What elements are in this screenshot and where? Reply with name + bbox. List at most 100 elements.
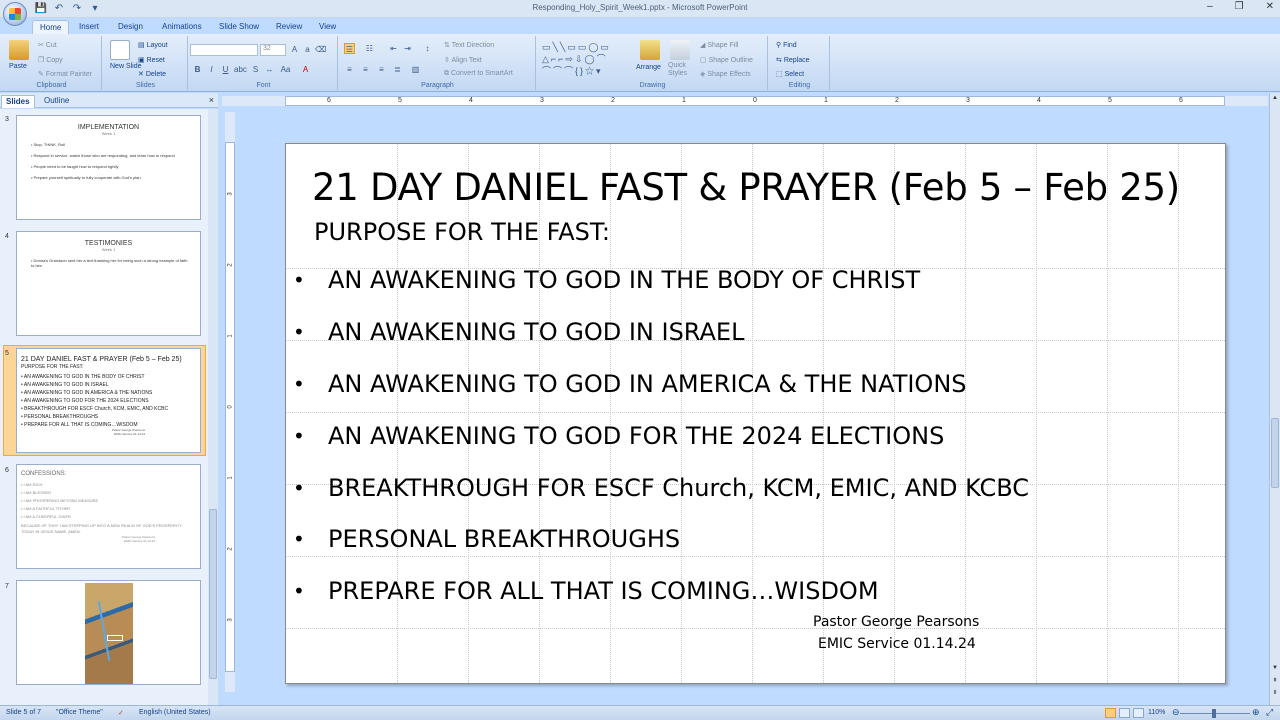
change-case-icon[interactable]: Aa xyxy=(280,64,291,75)
quick-styles-button[interactable]: Quick Styles xyxy=(668,62,690,78)
italic-icon[interactable]: I xyxy=(206,64,217,75)
slide-bullet[interactable]: AN AWAKENING TO GOD FOR THE 2024 ELECTIO… xyxy=(328,422,944,450)
normal-view-button[interactable] xyxy=(1105,708,1116,718)
arrange-button[interactable]: Arrange xyxy=(636,64,661,71)
cut-button[interactable]: ✂ Cut xyxy=(38,41,57,49)
slide-bullet[interactable]: PERSONAL BREAKTHROUGHS xyxy=(328,525,680,553)
tab-review[interactable]: Review xyxy=(269,20,309,34)
clear-format-icon[interactable]: ⌫ xyxy=(315,44,326,55)
next-slide-icon[interactable]: ⇟ xyxy=(1271,689,1279,696)
arrange-icon[interactable] xyxy=(640,40,660,60)
slide-thumbnail-6[interactable]: CONFESSIONS: I AM RICH I AM BLESSED I AM… xyxy=(16,464,201,569)
shrink-font-icon[interactable]: a xyxy=(302,44,313,55)
new-slide-button[interactable]: New Slide xyxy=(110,63,142,70)
slide-bullet[interactable]: AN AWAKENING TO GOD IN AMERICA & THE NAT… xyxy=(328,370,967,398)
increase-indent-icon[interactable]: ⇥ xyxy=(402,43,413,54)
close-button[interactable]: ✕ xyxy=(1266,1,1274,12)
align-right-icon[interactable]: ≡ xyxy=(376,64,387,75)
align-text-button[interactable]: ⇳ Align Text xyxy=(444,56,482,64)
office-button[interactable] xyxy=(3,2,27,26)
new-slide-icon[interactable] xyxy=(110,40,130,60)
slide-bullet[interactable]: BREAKTHROUGH FOR ESCF Church, KCM, EMIC,… xyxy=(328,474,1029,502)
convert-smartart-button[interactable]: ⧉ Convert to SmartArt xyxy=(444,70,513,78)
slide-bullet[interactable]: PREPARE FOR ALL THAT IS COMING…WISDOM xyxy=(328,577,879,605)
numbering-icon[interactable]: ☷ xyxy=(364,43,375,54)
vertical-ruler[interactable]: 3 2 1 0 1 2 3 xyxy=(225,142,235,672)
line-spacing-icon[interactable]: ↕ xyxy=(422,43,433,54)
minimize-button[interactable]: – xyxy=(1207,1,1213,12)
columns-icon[interactable]: ▥ xyxy=(410,64,421,75)
decrease-indent-icon[interactable]: ⇤ xyxy=(388,43,399,54)
spacing-icon[interactable]: ↔ xyxy=(264,64,275,75)
main-scroll-thumb[interactable] xyxy=(1271,418,1279,488)
bold-icon[interactable]: B xyxy=(192,64,203,75)
tab-insert[interactable]: Insert xyxy=(72,20,106,34)
horizontal-ruler[interactable]: 6 5 4 3 2 1 0 1 2 3 4 5 6 xyxy=(285,96,1225,106)
spelling-icon[interactable]: ✓ xyxy=(118,709,124,717)
tab-view[interactable]: View xyxy=(312,20,343,34)
shadow-icon[interactable]: S xyxy=(250,64,261,75)
tab-design[interactable]: Design xyxy=(111,20,150,34)
paste-button[interactable]: Paste xyxy=(9,63,27,70)
bullets-icon[interactable]: ☰ xyxy=(344,43,355,54)
quick-styles-icon[interactable] xyxy=(670,40,690,60)
justify-icon[interactable]: ≣ xyxy=(392,64,403,75)
format-painter-button[interactable]: ✎ Format Painter xyxy=(38,70,92,78)
maximize-button[interactable]: ❐ xyxy=(1235,1,1244,12)
zoom-level[interactable]: 110% xyxy=(1148,709,1165,716)
select-button[interactable]: ⬚ Select xyxy=(776,70,804,78)
reset-button[interactable]: ▣ Reset xyxy=(138,56,165,64)
shape-outline-button[interactable]: ▢ Shape Outline xyxy=(700,56,753,64)
main-scrollbar[interactable]: ▲ ▼ ⇞ ⇟ xyxy=(1269,93,1280,705)
ruler-label: 1 xyxy=(227,476,234,480)
slide-title[interactable]: 21 DAY DANIEL FAST & PRAYER (Feb 5 – Feb… xyxy=(312,166,1180,209)
zoom-slider-knob[interactable] xyxy=(1212,709,1216,718)
slide-thumbnail-3[interactable]: IMPLEMENTATION Week 1 Stop, THINK, Roll … xyxy=(16,115,201,220)
font-color-icon[interactable]: A xyxy=(300,64,311,75)
slide-bullet[interactable]: AN AWAKENING TO GOD IN ISRAEL xyxy=(328,318,744,346)
align-left-icon[interactable]: ≡ xyxy=(344,64,355,75)
pane-scrollbar[interactable] xyxy=(208,109,218,705)
signature-date[interactable]: EMIC Service 01.14.24 xyxy=(818,636,976,652)
slide-thumbnail-7[interactable] xyxy=(16,580,201,685)
slide-subtitle[interactable]: PURPOSE FOR THE FAST: xyxy=(314,218,610,246)
pane-close-icon[interactable]: × xyxy=(209,95,214,105)
language-indicator[interactable]: English (United States) xyxy=(139,709,211,716)
clipboard-label: Clipboard xyxy=(36,82,67,89)
font-size-select[interactable]: 32 xyxy=(260,44,286,56)
find-button[interactable]: ⚲ Find xyxy=(776,41,797,49)
font-name-select[interactable] xyxy=(190,44,258,56)
zoom-in-icon[interactable]: ⊕ xyxy=(1252,707,1260,718)
slide-bullet[interactable]: AN AWAKENING TO GOD IN THE BODY OF CHRIS… xyxy=(328,266,920,294)
delete-button[interactable]: ✕ Delete xyxy=(138,70,166,78)
slide-thumbnail-4[interactable]: TESTIMONIES Week 1 Donna's Grandson sent… xyxy=(16,231,201,336)
slideshow-button[interactable] xyxy=(1133,708,1144,718)
slide-sorter-button[interactable] xyxy=(1119,708,1130,718)
align-center-icon[interactable]: ≡ xyxy=(360,64,371,75)
fit-window-icon[interactable]: ⤢ xyxy=(1266,707,1273,718)
pane-scroll-thumb[interactable] xyxy=(209,509,217,679)
tab-slides[interactable]: Slides xyxy=(1,95,35,108)
slide-canvas[interactable]: 21 DAY DANIEL FAST & PRAYER (Feb 5 – Feb… xyxy=(285,143,1226,684)
signature-name[interactable]: Pastor George Pearsons xyxy=(813,614,979,630)
zoom-out-icon[interactable]: ⊖ xyxy=(1172,707,1180,718)
text-direction-button[interactable]: ⇅ Text Direction xyxy=(444,41,494,49)
shapes-gallery[interactable]: ▭╲╲▭▭◯▭ △⌐⌐⇨⇩◯⌒ ⌒⌒⌒{}☆▾ xyxy=(542,41,632,77)
scroll-down-icon[interactable]: ▼ xyxy=(1271,665,1279,671)
tab-animations[interactable]: Animations xyxy=(155,20,209,34)
copy-button[interactable]: ❐ Copy xyxy=(38,56,63,64)
tab-home[interactable]: Home xyxy=(32,20,70,34)
grow-font-icon[interactable]: A xyxy=(289,44,300,55)
shape-effects-button[interactable]: ◈ Shape Effects xyxy=(700,70,751,78)
underline-icon[interactable]: U xyxy=(220,64,231,75)
paste-icon[interactable] xyxy=(9,40,29,60)
layout-button[interactable]: ▤ Layout xyxy=(138,41,168,49)
scroll-up-icon[interactable]: ▲ xyxy=(1271,95,1279,101)
slide-thumbnail-5[interactable]: 21 DAY DANIEL FAST & PRAYER (Feb 5 – Feb… xyxy=(16,348,201,453)
tab-outline[interactable]: Outline xyxy=(40,95,73,108)
shape-fill-button[interactable]: ◢ Shape Fill xyxy=(700,41,738,49)
tab-slide-show[interactable]: Slide Show xyxy=(212,20,266,34)
replace-button[interactable]: ⇆ Replace xyxy=(776,56,810,64)
strikethrough-icon[interactable]: abc xyxy=(234,64,247,75)
previous-slide-icon[interactable]: ⇞ xyxy=(1271,677,1279,684)
